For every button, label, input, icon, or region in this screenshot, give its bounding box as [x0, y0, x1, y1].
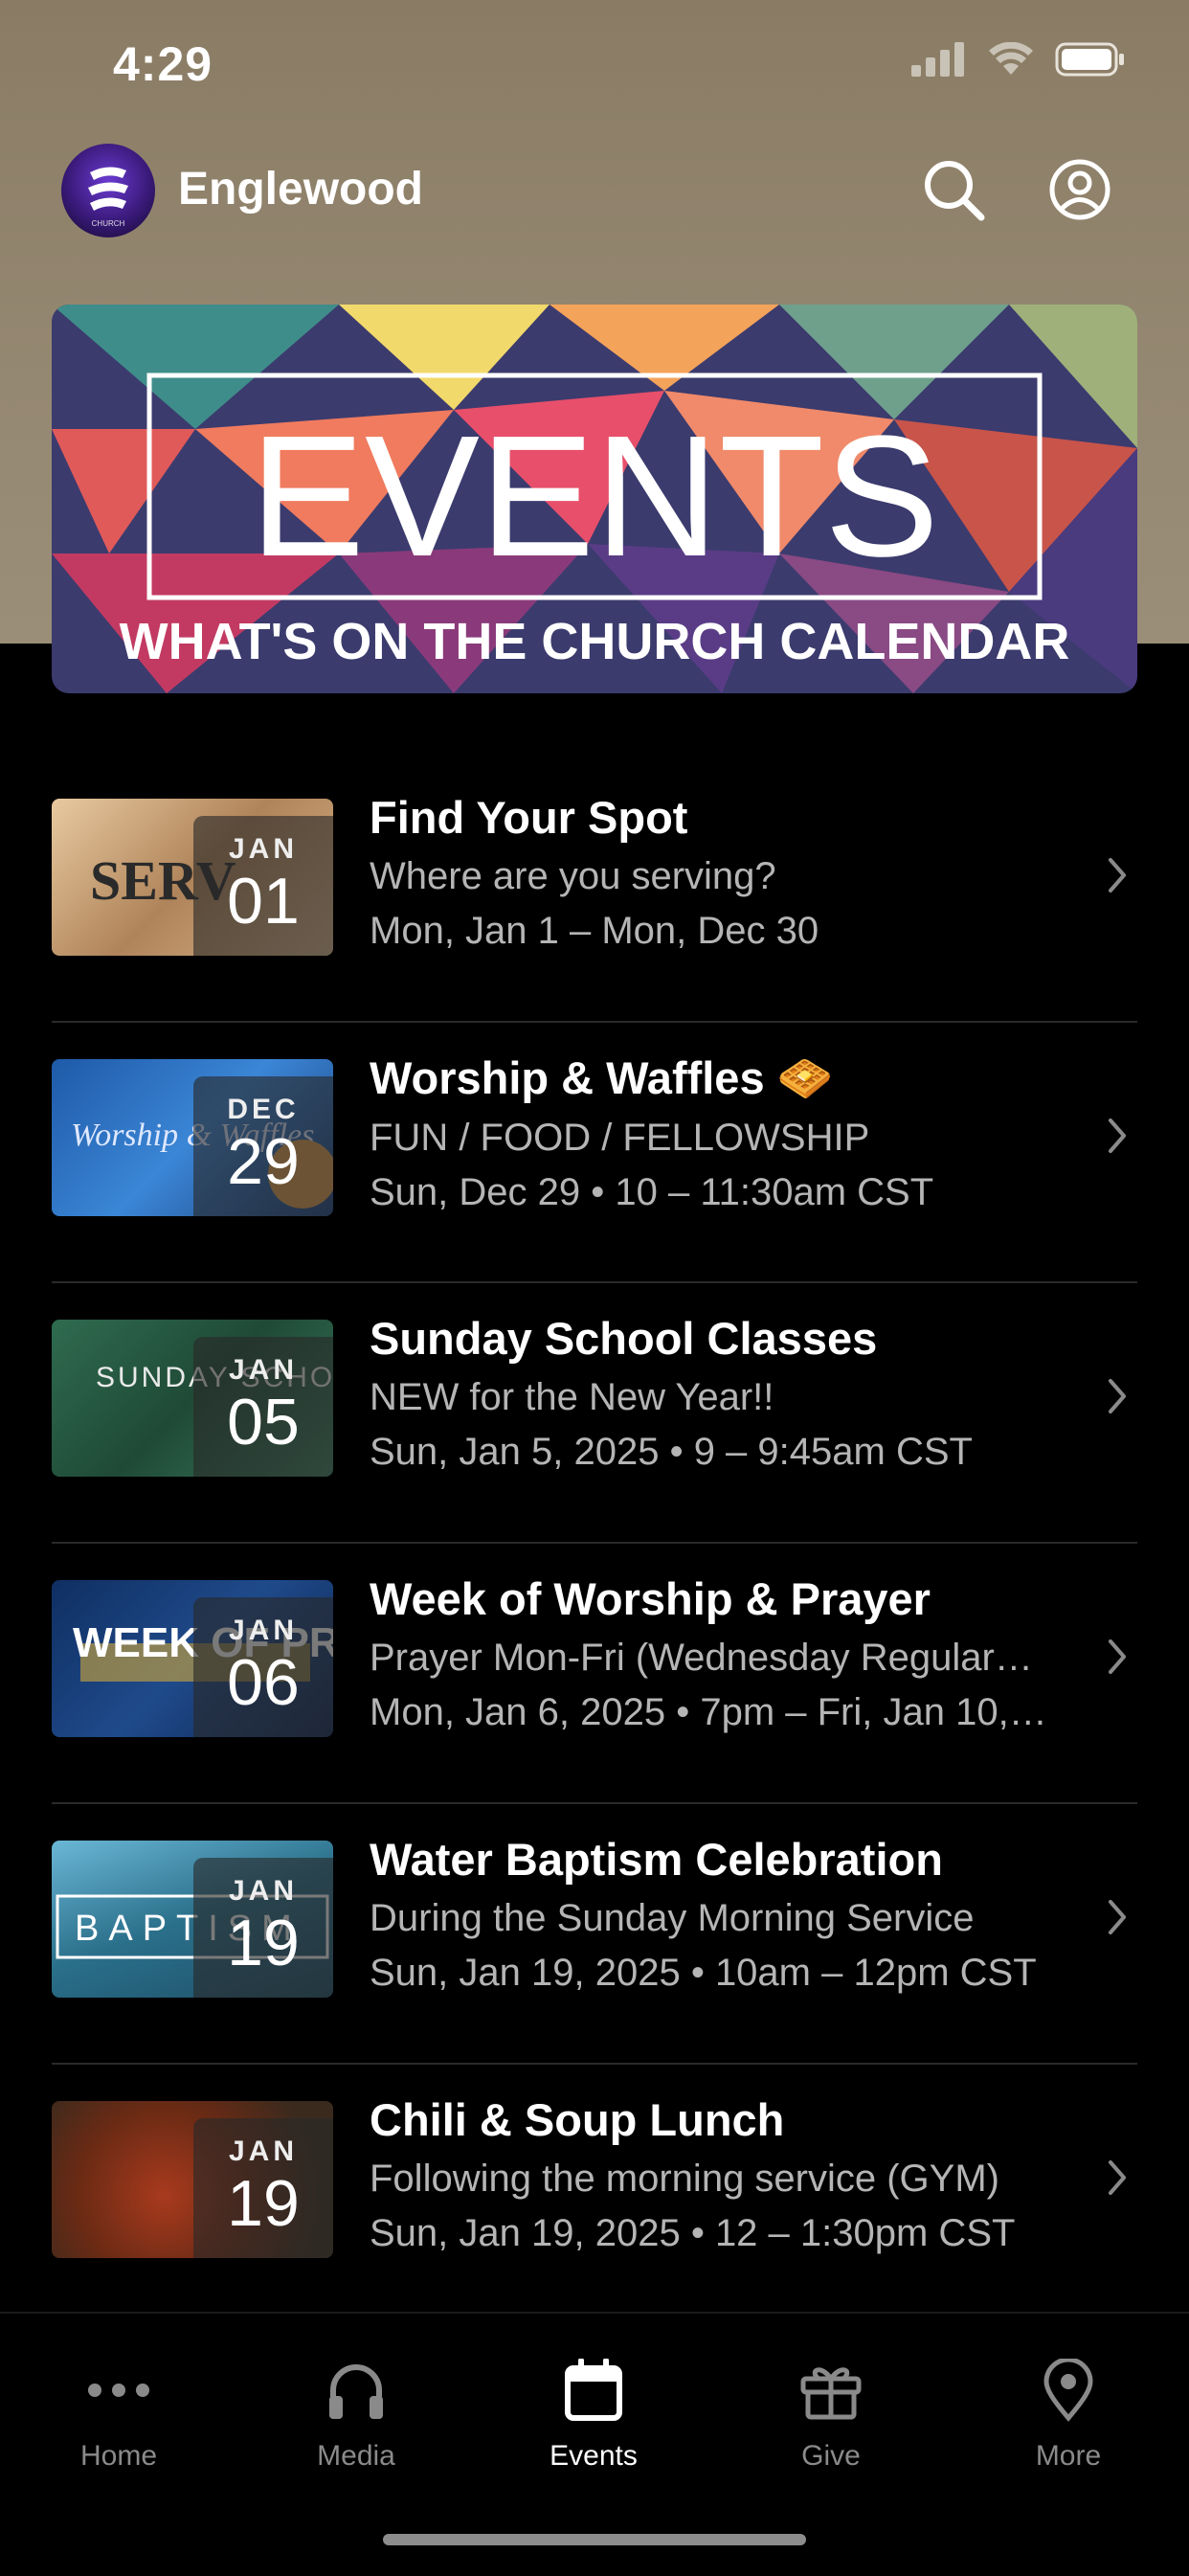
tab-label: Media — [317, 2440, 395, 2472]
event-date-badge: JAN 19 — [193, 1858, 333, 1998]
event-thumbnail: WEEK OF PRAYER JAN 06 — [52, 1580, 333, 1737]
event-month: JAN — [228, 1615, 298, 1646]
tab-more[interactable]: More — [973, 2352, 1164, 2473]
event-day: 29 — [227, 1125, 300, 1198]
banner-graphic: EVENTS WHAT'S ON THE CHURCH CALENDAR — [52, 305, 1137, 693]
event-month: JAN — [228, 2135, 298, 2167]
user-profile-icon — [1049, 159, 1110, 220]
status-bar: 4:29 — [0, 0, 1189, 134]
chevron-right-icon — [1109, 2160, 1126, 2195]
chevron-right-icon — [1109, 1639, 1126, 1674]
event-thumbnail: JAN 19 — [52, 2101, 333, 2258]
headphones-icon — [329, 2364, 383, 2419]
status-icons — [911, 42, 1126, 77]
event-thumbnail: BAPTISM JAN 19 — [52, 1841, 333, 1998]
tab-home[interactable]: Home — [23, 2352, 214, 2473]
event-row[interactable]: BAPTISM JAN 19 Water Baptism Celebration… — [0, 1804, 1189, 2065]
logo-text: CHURCH — [92, 219, 125, 228]
app-name: Englewood — [178, 164, 423, 215]
event-datetime: Sun, Jan 19, 2025 • 10am – 12pm CST — [370, 1952, 1037, 1994]
event-subtitle: NEW for the New Year!! — [370, 1376, 774, 1418]
banner-subtitle: WHAT'S ON THE CHURCH CALENDAR — [120, 613, 1070, 670]
event-row[interactable]: Worship & Waffles DEC 29 Worship & Waffl… — [0, 1023, 1189, 1283]
search-icon — [925, 161, 985, 221]
gift-icon — [800, 2367, 862, 2420]
event-date-badge: DEC 29 — [193, 1076, 333, 1216]
event-thumbnail: SUNDAY SCHOOL JAN 05 — [52, 1320, 333, 1477]
event-title: Find Your Spot — [370, 792, 688, 843]
event-day: 19 — [227, 2167, 300, 2240]
status-time: 4:29 — [113, 37, 213, 91]
event-day: 19 — [227, 1907, 300, 1979]
event-datetime: Sun, Jan 19, 2025 • 12 – 1:30pm CST — [370, 2212, 1016, 2254]
event-subtitle: Prayer Mon-Fri (Wednesday Regular… — [370, 1637, 1033, 1679]
event-row[interactable]: WEEK OF PRAYER JAN 06 Week of Worship & … — [0, 1544, 1189, 1804]
calendar-icon — [565, 2359, 622, 2421]
event-thumbnail: SERV JAN 01 — [52, 799, 333, 956]
home-indicator[interactable] — [383, 2534, 806, 2545]
tab-give[interactable]: Give — [735, 2352, 927, 2473]
event-datetime: Sun, Dec 29 • 10 – 11:30am CST — [370, 1171, 934, 1213]
event-thumbnail: Worship & Waffles DEC 29 — [52, 1059, 333, 1216]
banner-title: EVENTS — [250, 400, 939, 593]
event-subtitle: Where are you serving? — [370, 855, 776, 897]
battery-icon — [1055, 42, 1124, 77]
tab-label: Events — [550, 2440, 638, 2472]
event-date-badge: JAN 19 — [193, 2118, 333, 2258]
chevron-right-icon — [1109, 858, 1126, 893]
event-title: Sunday School Classes — [370, 1313, 878, 1364]
church-logo[interactable]: CHURCH — [61, 144, 155, 237]
event-date-badge: JAN 06 — [193, 1597, 333, 1737]
wifi-icon — [989, 42, 1033, 75]
event-subtitle: Following the morning service (GYM) — [370, 2158, 999, 2200]
signal-icon — [911, 42, 964, 77]
event-datetime: Sun, Jan 5, 2025 • 9 – 9:45am CST — [370, 1431, 973, 1473]
events-list: SERV JAN 01 Find Your Spot Where are you… — [0, 762, 1189, 2325]
event-title: Water Baptism Celebration — [370, 1834, 943, 1885]
event-date-badge: JAN 05 — [193, 1337, 333, 1477]
event-day: 01 — [227, 865, 300, 938]
event-subtitle: FUN / FOOD / FELLOWSHIP — [370, 1117, 870, 1159]
event-month: JAN — [228, 1354, 298, 1386]
event-day: 06 — [227, 1646, 300, 1719]
app-header: CHURCH Englewood — [0, 134, 1189, 249]
profile-button[interactable] — [1042, 151, 1118, 228]
ellipsis-icon — [88, 2384, 149, 2397]
event-month: JAN — [228, 833, 298, 865]
search-button[interactable] — [915, 151, 992, 228]
event-month: DEC — [227, 1094, 300, 1125]
event-day: 05 — [227, 1386, 300, 1458]
location-pin-icon — [1043, 2359, 1093, 2422]
tab-label: Home — [79, 2440, 158, 2472]
event-date-badge: JAN 01 — [193, 816, 333, 956]
event-title: Week of Worship & Prayer — [370, 1573, 931, 1624]
event-datetime: Mon, Jan 6, 2025 • 7pm – Fri, Jan 10,… — [370, 1691, 1047, 1733]
chevron-right-icon — [1109, 1119, 1126, 1153]
event-datetime: Mon, Jan 1 – Mon, Dec 30 — [370, 910, 819, 952]
event-row[interactable]: JAN 19 Chili & Soup Lunch Following the … — [0, 2065, 1189, 2325]
tab-events[interactable]: Events — [498, 2352, 689, 2473]
event-title: Chili & Soup Lunch — [370, 2094, 785, 2145]
events-banner: EVENTS WHAT'S ON THE CHURCH CALENDAR — [52, 305, 1137, 693]
event-month: JAN — [228, 1875, 298, 1907]
event-row[interactable]: SUNDAY SCHOOL JAN 05 Sunday School Class… — [0, 1283, 1189, 1544]
event-row[interactable]: SERV JAN 01 Find Your Spot Where are you… — [0, 762, 1189, 1023]
logo-mark-icon: CHURCH — [88, 167, 128, 228]
event-title: Worship & Waffles 🧇 — [370, 1052, 834, 1103]
tab-media[interactable]: Media — [260, 2352, 452, 2473]
tab-label: Give — [801, 2440, 861, 2472]
chevron-right-icon — [1109, 1379, 1126, 1413]
chevron-right-icon — [1109, 1900, 1126, 1934]
tab-label: More — [1035, 2440, 1102, 2472]
event-subtitle: During the Sunday Morning Service — [370, 1897, 975, 1939]
